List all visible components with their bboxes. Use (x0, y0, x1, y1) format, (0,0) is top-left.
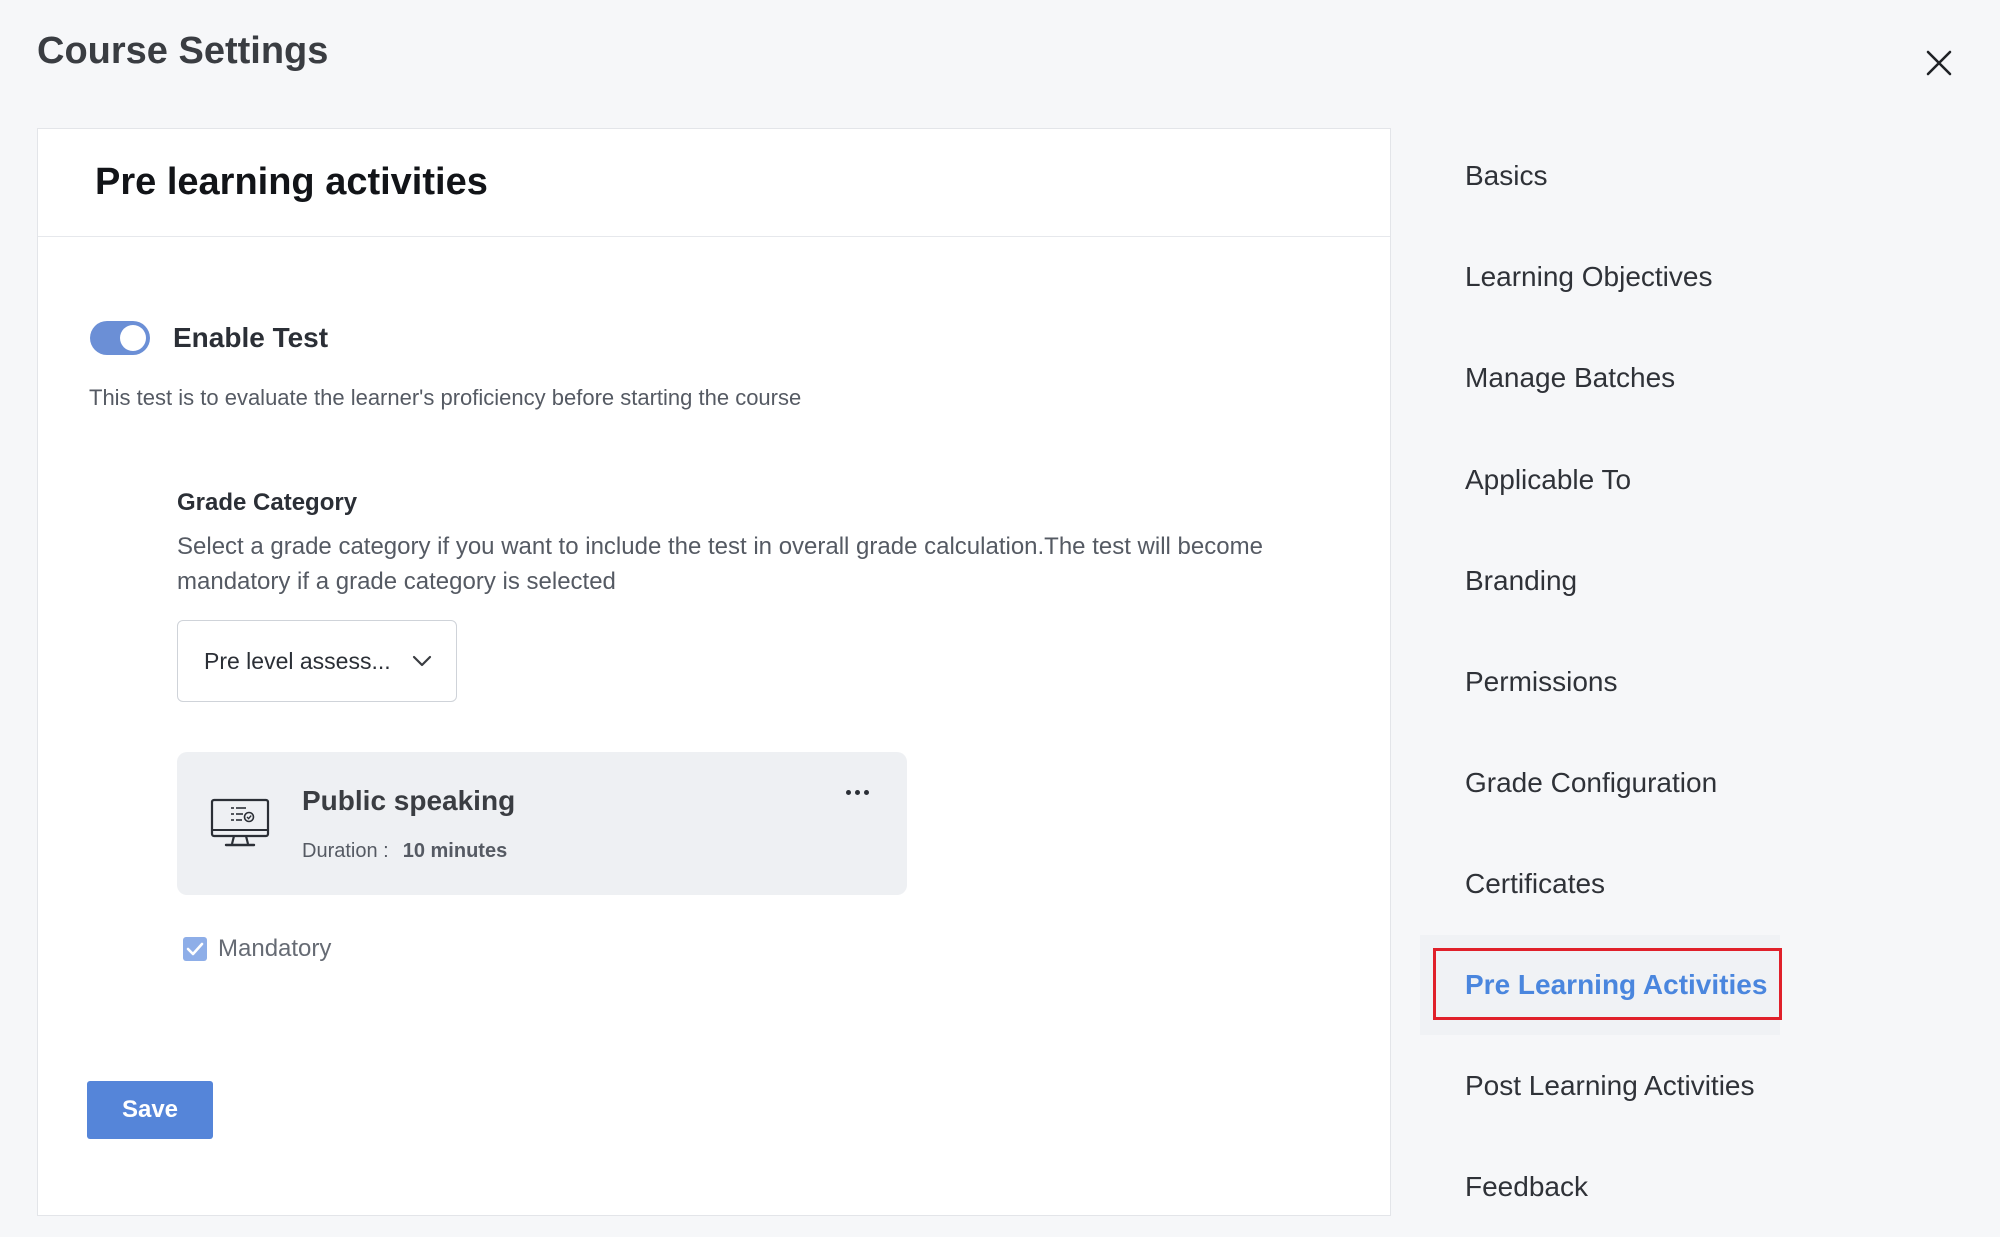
enable-test-label: Enable Test (173, 322, 329, 353)
settings-panel: Pre learning activities Enable Test This… (37, 128, 1391, 1216)
mandatory-checkbox[interactable] (183, 937, 207, 961)
test-title: Public speaking (302, 785, 516, 816)
enable-test-row: Enable Test (90, 321, 328, 355)
nav-item-label: Manage Batches (1465, 362, 1676, 393)
toggle-knob (120, 325, 146, 351)
panel-title: Pre learning activities (95, 161, 488, 203)
nav-item-label: Learning Objectives (1465, 261, 1713, 292)
nav-item-certificates[interactable]: Certificates (1420, 834, 1780, 934)
grade-category-selected-value: Pre level assess... (204, 647, 391, 674)
nav-item-label: Grade Configuration (1465, 767, 1718, 798)
nav-item-grade-configuration[interactable]: Grade Configuration (1420, 733, 1780, 833)
nav-item-label: Applicable To (1465, 464, 1632, 495)
nav-item-post-learning-activities[interactable]: Post Learning Activities (1420, 1036, 1780, 1136)
mandatory-label: Mandatory (218, 935, 332, 962)
nav-item-permissions[interactable]: Permissions (1420, 632, 1780, 732)
more-dot-icon (854, 789, 860, 795)
nav-item-label: Permissions (1465, 666, 1618, 697)
panel-header: Pre learning activities (38, 129, 1390, 237)
duration-value: 10 minutes (402, 840, 508, 862)
nav-item-manage-batches[interactable]: Manage Batches (1420, 328, 1780, 428)
test-duration: Duration : 10 minutes (302, 840, 507, 863)
mandatory-row: Mandatory (183, 935, 331, 963)
nav-item-label: Certificates (1465, 868, 1606, 899)
test-card[interactable]: Public speaking Duration : 10 minutes (177, 752, 907, 895)
close-icon (1926, 50, 1952, 76)
nav-item-label: Feedback (1465, 1171, 1588, 1202)
grade-category-select[interactable]: Pre level assess... (177, 620, 457, 702)
nav-item-feedback[interactable]: Feedback (1420, 1137, 1780, 1237)
nav-item-label: Basics (1465, 160, 1548, 191)
page-title: Course Settings (37, 30, 329, 72)
grade-category-title: Grade Category (177, 489, 358, 516)
nav-item-label: Post Learning Activities (1465, 1070, 1755, 1101)
monitor-test-icon (210, 798, 270, 847)
nav-item-basics[interactable]: Basics (1420, 126, 1780, 226)
chevron-down-icon (412, 655, 432, 667)
close-button[interactable] (1918, 42, 1960, 84)
duration-label: Duration : (302, 840, 389, 862)
nav-item-label: Pre Learning Activities (1465, 969, 1768, 1000)
save-button[interactable]: Save (87, 1081, 213, 1139)
nav-item-learning-objectives[interactable]: Learning Objectives (1420, 227, 1780, 327)
nav-item-pre-learning-activities[interactable]: Pre Learning Activities (1420, 935, 1782, 1035)
enable-test-helper-text: This test is to evaluate the learner's p… (89, 385, 802, 410)
more-dot-icon (863, 789, 869, 795)
more-dot-icon (845, 789, 851, 795)
nav-item-branding[interactable]: Branding (1420, 531, 1780, 631)
nav-item-label: Branding (1465, 565, 1578, 596)
grade-category-description: Select a grade category if you want to i… (177, 533, 1263, 595)
nav-item-applicable-to[interactable]: Applicable To (1420, 430, 1780, 530)
enable-test-toggle[interactable] (90, 321, 150, 355)
checkmark-icon (186, 942, 204, 956)
more-options-button[interactable] (841, 782, 873, 802)
